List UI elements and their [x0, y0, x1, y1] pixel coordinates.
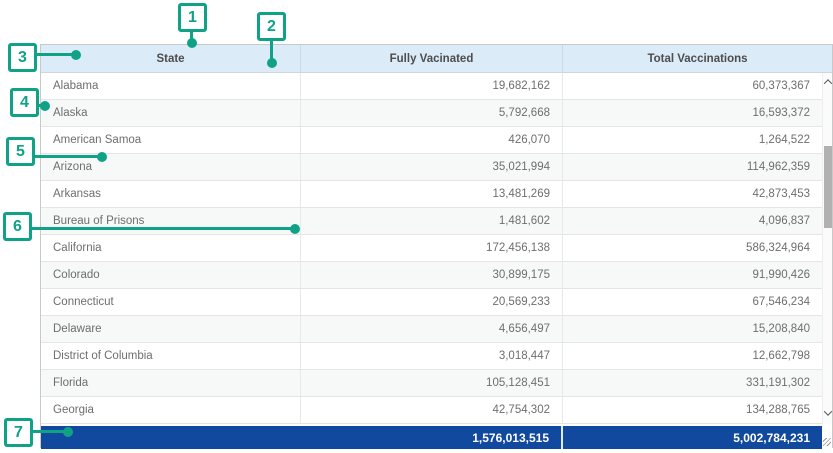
table-row[interactable]: Alaska 5,792,668 16,593,372: [41, 100, 822, 127]
total-vaccinations-cell: 4,096,837: [563, 208, 822, 234]
table-row[interactable]: American Samoa 426,070 1,264,522: [41, 127, 822, 154]
column-header-fully-vaccinated[interactable]: Fully Vacinated: [301, 45, 563, 72]
total-vaccinations-cell: 1,264,522: [563, 127, 822, 153]
state-cell: District of Columbia: [41, 343, 301, 369]
fully-vaccinated-cell: 1,481,602: [301, 208, 563, 234]
scrollbar-thumb[interactable]: [824, 146, 832, 228]
state-cell: Bureau of Prisons: [41, 208, 301, 234]
total-vaccinations-cell: 16,593,372: [563, 100, 822, 126]
scroll-down-button[interactable]: [823, 406, 832, 420]
fully-vaccinated-cell: 426,070: [301, 127, 563, 153]
callout-5-line: [34, 155, 99, 158]
total-vaccinations-cell: 42,873,453: [563, 181, 822, 207]
state-cell: Colorado: [41, 262, 301, 288]
fully-vaccinated-cell: 4,656,497: [301, 316, 563, 342]
table-row[interactable]: District of Columbia 3,018,447 12,662,79…: [41, 343, 822, 370]
total-vaccinations-cell: 60,373,367: [563, 73, 822, 99]
vertical-scrollbar[interactable]: [822, 73, 832, 424]
state-cell: Georgia: [41, 397, 301, 423]
table-rows: Alabama 19,682,162 60,373,367 Alaska 5,7…: [41, 73, 822, 424]
vaccination-table: State Fully Vacinated Total Vaccinations…: [40, 44, 833, 448]
fully-vaccinated-cell: 30,899,175: [301, 262, 563, 288]
fully-vaccinated-cell: 13,481,269: [301, 181, 563, 207]
total-vaccinations-cell: 134,288,765: [563, 397, 822, 423]
fully-vaccinated-cell: 5,792,668: [301, 100, 563, 126]
callout-5-box: 5: [6, 137, 35, 166]
callout-5-dot: [97, 152, 107, 162]
state-cell: Florida: [41, 370, 301, 396]
callout-6-dot: [290, 224, 300, 234]
table-row[interactable]: Florida 105,128,451 331,191,302: [41, 370, 822, 397]
chevron-down-icon: [823, 407, 831, 415]
fully-vaccinated-cell: 42,754,302: [301, 397, 563, 423]
state-cell: Arkansas: [41, 181, 301, 207]
state-cell: Delaware: [41, 316, 301, 342]
callout-4-box: 4: [10, 88, 39, 117]
fully-vaccinated-cell: 19,682,162: [301, 73, 563, 99]
fully-vaccinated-cell: 105,128,451: [301, 370, 563, 396]
callout-1-dot: [187, 38, 197, 48]
state-cell: California: [41, 235, 301, 261]
state-cell: Alaska: [41, 100, 301, 126]
callout-3-line: [36, 53, 73, 56]
state-cell: American Samoa: [41, 127, 301, 153]
total-vaccinations-cell: 586,324,964: [563, 235, 822, 261]
total-vaccinations-cell: 12,662,798: [563, 343, 822, 369]
table-row[interactable]: Connecticut 20,569,233 67,546,234: [41, 289, 822, 316]
total-vaccinations-cell: 331,191,302: [563, 370, 822, 396]
total-vaccinations-cell: 67,546,234: [563, 289, 822, 315]
callout-7-line: [32, 430, 65, 433]
callout-4-dot: [40, 101, 50, 111]
table-row[interactable]: Bureau of Prisons 1,481,602 4,096,837: [41, 208, 822, 235]
callout-6-line: [31, 227, 292, 230]
callout-3-dot: [71, 50, 81, 60]
state-cell: Connecticut: [41, 289, 301, 315]
total-vaccinations-cell: 91,990,426: [563, 262, 822, 288]
totals-row: 1,576,013,515 5,002,784,231: [41, 424, 832, 449]
callout-7-dot: [63, 427, 73, 437]
scroll-up-button[interactable]: [823, 75, 832, 89]
table-row[interactable]: Georgia 42,754,302 134,288,765: [41, 397, 822, 424]
fully-vaccinated-cell: 172,456,138: [301, 235, 563, 261]
totals-fully-vaccinated-cell: 1,576,013,515: [301, 426, 563, 449]
fully-vaccinated-cell: 20,569,233: [301, 289, 563, 315]
resize-grip-icon[interactable]: [823, 438, 831, 446]
fully-vaccinated-cell: 35,021,994: [301, 154, 563, 180]
table-row[interactable]: Delaware 4,656,497 15,208,840: [41, 316, 822, 343]
chevron-up-icon: [823, 79, 831, 87]
total-vaccinations-cell: 15,208,840: [563, 316, 822, 342]
state-cell: Alabama: [41, 73, 301, 99]
table-row[interactable]: Arkansas 13,481,269 42,873,453: [41, 181, 822, 208]
totals-total-vaccinations-cell: 5,002,784,231: [563, 426, 822, 449]
callout-6-box: 6: [3, 212, 32, 241]
table-row[interactable]: Colorado 30,899,175 91,990,426: [41, 262, 822, 289]
table-body: Alabama 19,682,162 60,373,367 Alaska 5,7…: [41, 73, 832, 424]
callout-1-box: 1: [178, 3, 207, 32]
totals-state-cell: [41, 426, 301, 449]
callout-3-box: 3: [8, 43, 37, 72]
column-header-state[interactable]: State: [41, 45, 301, 72]
column-header-total-vaccinations[interactable]: Total Vaccinations: [563, 45, 832, 72]
table-row[interactable]: Arizona 35,021,994 114,962,359: [41, 154, 822, 181]
callout-7-box: 7: [4, 418, 33, 447]
callout-2-box: 2: [257, 12, 286, 41]
callout-2-dot: [267, 58, 277, 68]
fully-vaccinated-cell: 3,018,447: [301, 343, 563, 369]
table-header-row: State Fully Vacinated Total Vaccinations: [41, 45, 832, 73]
table-row[interactable]: Alabama 19,682,162 60,373,367: [41, 73, 822, 100]
page: State Fully Vacinated Total Vaccinations…: [0, 0, 833, 453]
total-vaccinations-cell: 114,962,359: [563, 154, 822, 180]
table-row[interactable]: California 172,456,138 586,324,964: [41, 235, 822, 262]
